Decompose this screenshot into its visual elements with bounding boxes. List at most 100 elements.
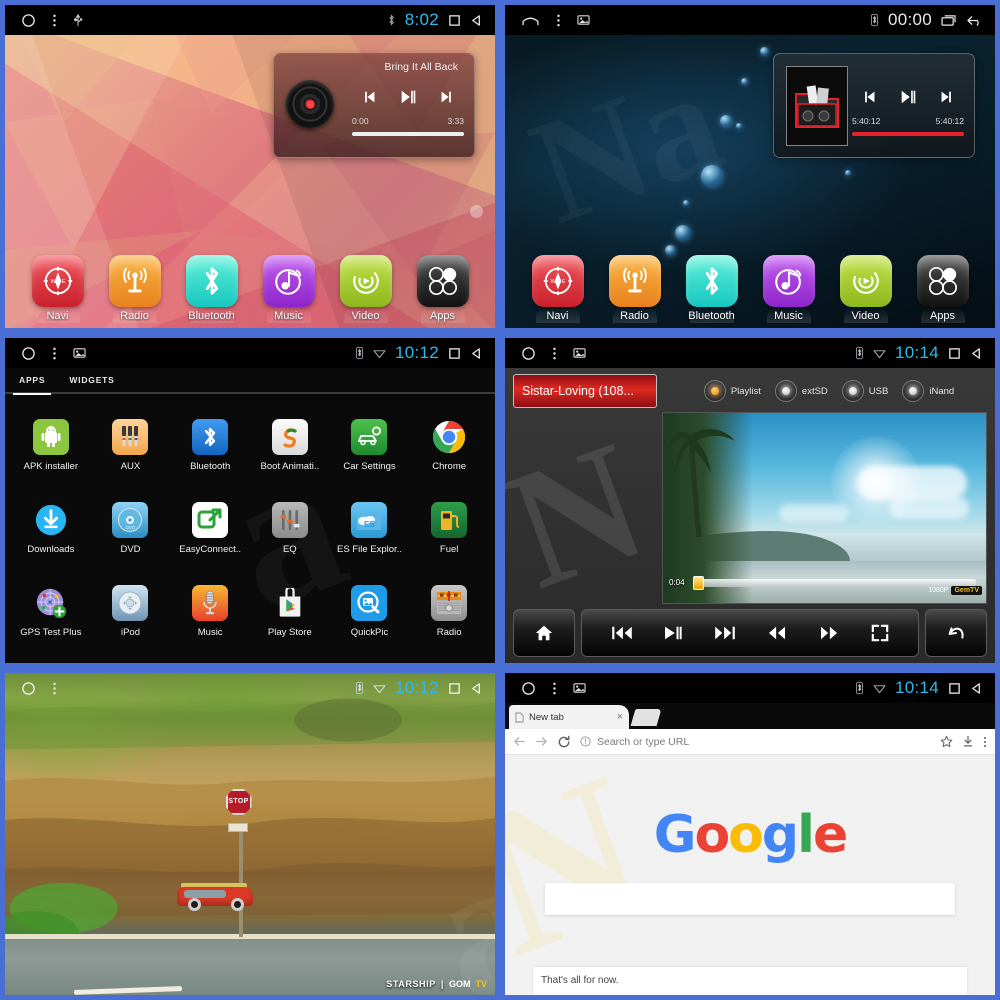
app-item-quickpic[interactable]: QuickPic xyxy=(330,570,410,653)
source-extsd[interactable]: extSD xyxy=(774,380,828,402)
radio-knob-icon[interactable] xyxy=(841,380,864,402)
radio-knob-icon[interactable] xyxy=(774,380,797,402)
radio-knob-icon[interactable] xyxy=(902,380,925,402)
progress-bar[interactable] xyxy=(352,132,464,136)
app-item-chrome[interactable]: Chrome xyxy=(409,404,489,487)
app-item-fuel[interactable]: Fuel xyxy=(409,487,489,570)
music-widget[interactable]: Bring It All Back 0:00 3:33 xyxy=(273,53,475,158)
menu-dots-icon[interactable] xyxy=(52,346,57,361)
play-pause-button[interactable] xyxy=(399,88,417,106)
recents-square-icon[interactable] xyxy=(948,347,961,360)
forward-arrow-icon[interactable] xyxy=(535,735,548,748)
dock-item-apps[interactable]: Apps xyxy=(412,255,474,322)
screenshot-icon[interactable] xyxy=(573,347,586,359)
home-circle-icon[interactable] xyxy=(521,681,536,696)
playlist-selected-item[interactable]: Sistar-Loving (108... xyxy=(513,374,657,408)
previous-button[interactable] xyxy=(862,89,878,105)
back-triangle-icon[interactable] xyxy=(470,347,483,360)
recents-stack-icon[interactable] xyxy=(941,14,957,27)
dock-item-radio[interactable]: Radio xyxy=(104,255,166,322)
recents-square-icon[interactable] xyxy=(448,682,461,695)
play-pause-button[interactable] xyxy=(899,88,917,106)
app-item-ipod[interactable]: iPod xyxy=(91,570,171,653)
tab-widgets[interactable]: WIDGETS xyxy=(69,367,114,393)
progress-bar[interactable] xyxy=(852,132,964,136)
info-circle-icon[interactable] xyxy=(580,736,591,747)
app-item-easyconnect[interactable]: EasyConnect.. xyxy=(170,487,250,570)
previous-button[interactable] xyxy=(611,625,633,641)
app-item-radio[interactable]: Radio xyxy=(409,570,489,653)
dock-item-bluetooth[interactable]: Bluetooth xyxy=(681,255,743,322)
back-triangle-icon[interactable] xyxy=(470,14,483,27)
recents-square-icon[interactable] xyxy=(448,347,461,360)
app-item-music[interactable]: Music xyxy=(170,570,250,653)
back-triangle-icon[interactable] xyxy=(970,347,983,360)
radio-knob-icon[interactable] xyxy=(703,380,726,402)
source-inand[interactable]: iNand xyxy=(902,380,954,402)
home-circle-icon[interactable] xyxy=(21,13,36,28)
dock-item-radio[interactable]: Radio xyxy=(604,255,666,322)
app-item-dvd[interactable]: DVD DVD xyxy=(91,487,171,570)
app-item-gps-test-plus[interactable]: GPS Test Plus xyxy=(11,570,91,653)
home-arch-icon[interactable] xyxy=(521,14,540,27)
fast-forward-button[interactable] xyxy=(818,625,840,641)
fullscreen-button[interactable] xyxy=(871,624,889,642)
play-pause-button[interactable] xyxy=(663,625,683,641)
app-item-apk-installer[interactable]: APK installer xyxy=(11,404,91,487)
app-item-es-file-explorer[interactable]: ES ES File Explor.. xyxy=(330,487,410,570)
dock-item-music[interactable]: Music xyxy=(758,255,820,322)
browser-tab[interactable]: New tab × xyxy=(509,705,629,729)
back-arrow-icon[interactable] xyxy=(513,735,526,748)
screenshot-icon[interactable] xyxy=(573,682,586,694)
video-surface[interactable]: 0:04 1080P GemTV xyxy=(662,412,987,604)
home-circle-icon[interactable] xyxy=(21,346,36,361)
app-item-boot-animation[interactable]: Boot Animati.. xyxy=(250,404,330,487)
back-arrow-icon[interactable] xyxy=(966,14,983,27)
app-item-bluetooth[interactable]: Bluetooth xyxy=(170,404,250,487)
screenshot-icon[interactable] xyxy=(577,14,590,26)
next-button[interactable] xyxy=(438,89,454,105)
close-icon[interactable]: × xyxy=(617,711,623,723)
new-tab-button[interactable] xyxy=(630,709,662,726)
next-button[interactable] xyxy=(714,625,736,641)
back-triangle-icon[interactable] xyxy=(470,682,483,695)
music-widget[interactable]: 5:40:12 5:40:12 xyxy=(773,53,975,158)
home-circle-icon[interactable] xyxy=(521,346,536,361)
source-playlist[interactable]: Playlist xyxy=(703,380,761,402)
app-item-play-store[interactable]: Play Store xyxy=(250,570,330,653)
back-button[interactable] xyxy=(925,609,987,657)
tab-apps[interactable]: APPS xyxy=(12,367,52,395)
app-item-eq[interactable]: EQ xyxy=(250,487,330,570)
rewind-button[interactable] xyxy=(766,625,788,641)
menu-dots-icon[interactable] xyxy=(52,13,57,28)
dock-item-navi[interactable]: WE Navi xyxy=(527,255,589,322)
star-icon[interactable] xyxy=(940,735,953,748)
source-usb[interactable]: USB xyxy=(841,380,888,402)
dock-item-video[interactable]: Video xyxy=(835,255,897,322)
next-button[interactable] xyxy=(938,89,954,105)
app-item-aux[interactable]: AUX xyxy=(91,404,171,487)
dock-item-navi[interactable]: WE Navi xyxy=(27,255,89,322)
dock-item-apps[interactable]: Apps xyxy=(912,255,974,322)
screenshot-icon[interactable] xyxy=(73,347,86,359)
seek-thumb[interactable] xyxy=(693,576,704,590)
url-input[interactable]: Search or type URL xyxy=(580,731,931,752)
menu-dots-icon[interactable] xyxy=(552,346,557,361)
menu-dots-icon[interactable] xyxy=(556,13,561,28)
dock-item-music[interactable]: Music xyxy=(258,255,320,322)
search-input[interactable] xyxy=(545,883,955,915)
reload-icon[interactable] xyxy=(557,735,571,749)
home-button[interactable] xyxy=(513,609,575,657)
download-icon[interactable] xyxy=(962,735,974,748)
menu-dots-icon[interactable] xyxy=(52,681,57,696)
menu-dots-icon[interactable] xyxy=(552,681,557,696)
recents-square-icon[interactable] xyxy=(948,682,961,695)
app-item-downloads[interactable]: Downloads xyxy=(11,487,91,570)
menu-dots-icon[interactable] xyxy=(983,735,987,749)
previous-button[interactable] xyxy=(362,89,378,105)
dock-item-bluetooth[interactable]: Bluetooth xyxy=(181,255,243,322)
app-item-car-settings[interactable]: Car Settings xyxy=(330,404,410,487)
recents-square-icon[interactable] xyxy=(448,14,461,27)
dock-item-video[interactable]: Video xyxy=(335,255,397,322)
back-triangle-icon[interactable] xyxy=(970,682,983,695)
